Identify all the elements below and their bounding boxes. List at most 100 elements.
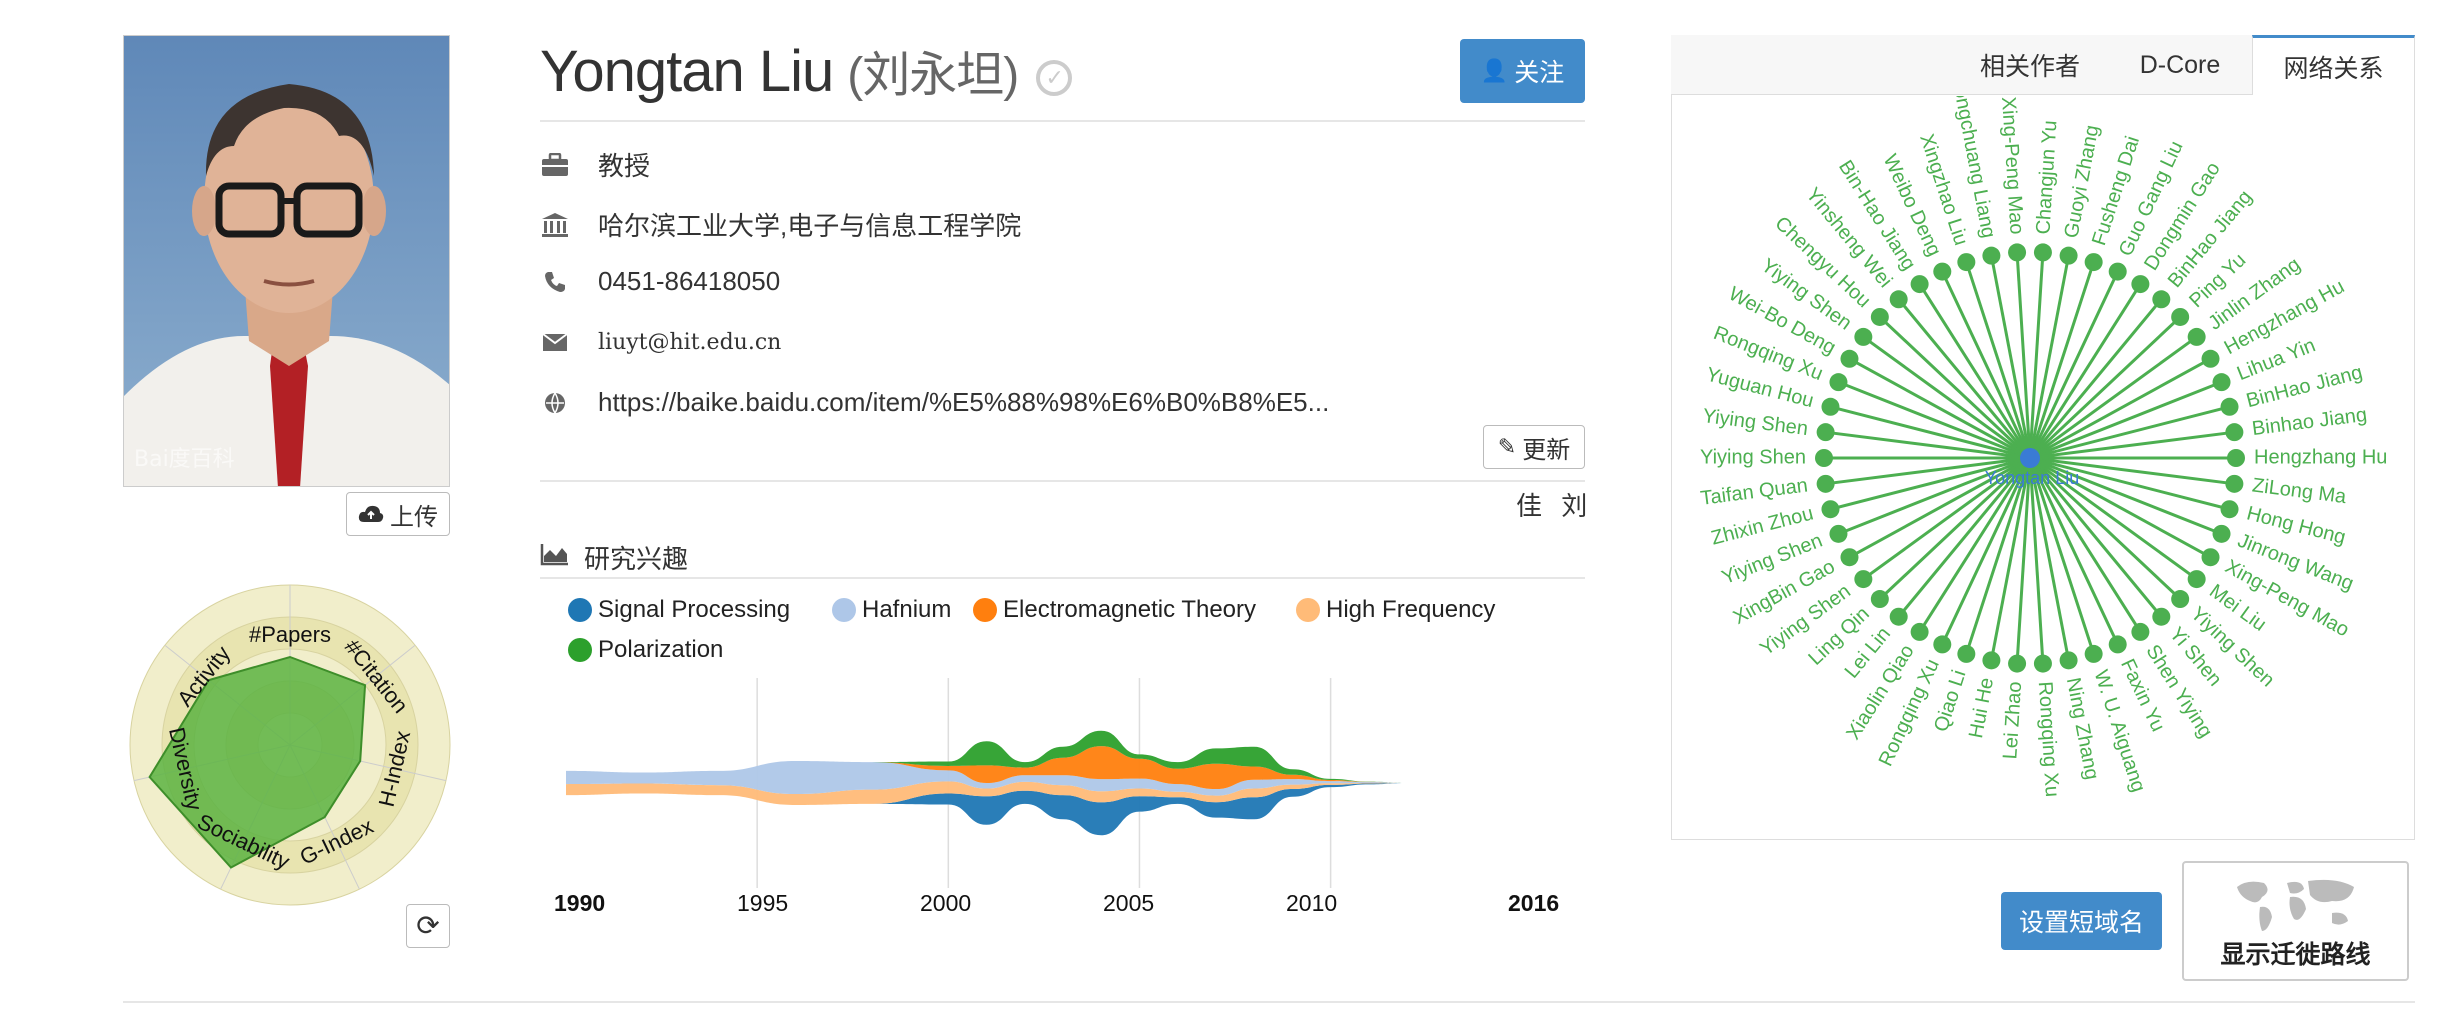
network-node[interactable] [2033, 243, 2052, 262]
network-node[interactable] [1821, 500, 1840, 519]
network-node[interactable] [2201, 548, 2220, 567]
homepage-link[interactable]: https://baike.baidu.com/item/%E5%88%98%E… [598, 387, 1329, 418]
network-node[interactable] [1840, 548, 1859, 567]
network-node[interactable] [2225, 423, 2244, 442]
network-node[interactable] [2008, 654, 2027, 673]
legend-item[interactable]: Hafnium [832, 596, 951, 624]
network-node[interactable] [1840, 349, 1859, 368]
upload-label: 上传 [390, 503, 438, 531]
network-node[interactable] [2084, 253, 2103, 272]
network-node[interactable] [2225, 474, 2244, 493]
network-node[interactable] [2187, 327, 2206, 346]
network-node[interactable] [2108, 635, 2127, 654]
network-node[interactable] [2227, 449, 2245, 467]
network-node[interactable] [1982, 651, 2001, 670]
network-node[interactable] [2187, 570, 2206, 589]
set-short-domain-button[interactable]: 设置短域名 [2001, 892, 2162, 950]
network-node[interactable] [1957, 644, 1976, 663]
show-migration-button[interactable]: 显示迁徙路线 [2182, 861, 2409, 981]
network-node[interactable] [2152, 607, 2171, 626]
network-node[interactable] [2201, 349, 2220, 368]
tab-related-authors[interactable]: 相关作者 [1955, 35, 2105, 95]
axis-tick-label: 2005 [1103, 890, 1155, 916]
network-node[interactable] [2108, 262, 2127, 281]
axis-tick-label: 1995 [737, 890, 789, 916]
network-node[interactable] [1910, 622, 1929, 641]
legend-swatch [1296, 598, 1320, 622]
network-node[interactable] [1889, 290, 1908, 309]
network-node[interactable] [2171, 590, 2190, 609]
network-node-label[interactable]: Hui He [1965, 676, 1998, 740]
network-node-label[interactable]: Hengzhang Hu [2254, 446, 2387, 468]
network-node[interactable] [2171, 307, 2190, 326]
update-button[interactable]: ✎ 更新 [1483, 425, 1585, 469]
legend-label: Polarization [598, 636, 724, 663]
network-node[interactable] [2131, 622, 2150, 641]
network-node[interactable] [2220, 500, 2239, 519]
network-node[interactable] [2059, 246, 2078, 265]
author-chinese-name: (刘永坦) [847, 49, 1019, 102]
author-name: Yongtan Liu [540, 39, 834, 104]
affiliation-text: 哈尔滨工业大学,电子与信息工程学院 [598, 211, 1022, 241]
network-node-label[interactable]: ZiLong Ma [2251, 474, 2348, 508]
network-node[interactable] [1870, 307, 1889, 326]
world-map-icon [2237, 879, 2354, 931]
footer-divider [123, 1001, 2415, 1003]
network-node[interactable] [2131, 275, 2150, 294]
network-node[interactable] [2008, 243, 2027, 262]
network-node-label[interactable]: Changjun Yu [2032, 120, 2061, 235]
network-node[interactable] [1933, 635, 1952, 654]
network-node-label[interactable]: Binhao Jiang [2251, 404, 2369, 440]
phone-text: 0451-86418050 [598, 266, 781, 296]
network-node[interactable] [1829, 373, 1848, 392]
network-node[interactable] [1910, 275, 1929, 294]
photo-watermark: Bai度百科 [134, 447, 235, 472]
refresh-radar-button[interactable]: ⟳ [406, 904, 450, 948]
network-node-label[interactable]: Lei Zhao [1999, 681, 2026, 760]
network-node[interactable] [1815, 449, 1833, 467]
interest-streamgraph [566, 678, 1408, 888]
network-node[interactable] [1889, 607, 1908, 626]
network-node[interactable] [1933, 262, 1952, 281]
tab-d-core[interactable]: D-Core [2115, 35, 2245, 95]
network-node-label[interactable]: Yiying Shen [1700, 446, 1806, 468]
network-node-label[interactable]: Rongqing Xu [2034, 681, 2063, 798]
network-node[interactable] [2212, 373, 2231, 392]
network-node[interactable] [1816, 423, 1835, 442]
legend-swatch [832, 598, 856, 622]
network-node[interactable] [2033, 654, 2052, 673]
network-node-label[interactable]: Xing-Peng Mao [1997, 96, 2028, 235]
network-node[interactable] [1854, 570, 1873, 589]
network-node[interactable] [1870, 590, 1889, 609]
network-node[interactable] [1957, 253, 1976, 272]
network-node-label[interactable]: Yiying Shen [1701, 405, 1809, 440]
network-node[interactable] [2059, 651, 2078, 670]
legend-item[interactable]: Polarization [568, 636, 723, 664]
network-edge [2029, 405, 2230, 460]
section-divider [540, 480, 1585, 482]
legend-swatch [568, 598, 592, 622]
upload-photo-button[interactable]: 上传 [346, 492, 450, 536]
network-node[interactable] [1829, 524, 1848, 543]
globe-icon [540, 388, 570, 418]
network-graph: Changjun YuGuoyi ZhangFusheng DaiGuo Gan… [1699, 96, 2387, 798]
axis-end-label: 2016 [1508, 890, 1560, 916]
legend-item[interactable]: Signal Processing [568, 596, 790, 624]
network-node[interactable] [2212, 524, 2231, 543]
network-node[interactable] [2152, 290, 2171, 309]
network-node[interactable] [1816, 474, 1835, 493]
network-center-node[interactable] [2020, 448, 2040, 468]
network-node[interactable] [1854, 327, 1873, 346]
network-node[interactable] [1982, 246, 2001, 265]
legend-item[interactable]: High Frequency [1296, 596, 1495, 624]
network-node-label[interactable]: Taifan Quan [1699, 474, 1809, 509]
follow-button[interactable]: 👤 关注 [1460, 39, 1585, 103]
network-node[interactable] [1821, 397, 1840, 416]
tab-network[interactable]: 网络关系 [2252, 35, 2415, 95]
network-node[interactable] [2220, 397, 2239, 416]
radar-chart: #Papers #CitationH-IndexG-IndexSociabilit… [129, 584, 451, 906]
network-node[interactable] [2084, 644, 2103, 663]
email-text[interactable]: liuyt@hit.edu.cn [598, 330, 781, 355]
network-edge [1830, 405, 2031, 460]
legend-item[interactable]: Electromagnetic Theory [973, 596, 1256, 624]
